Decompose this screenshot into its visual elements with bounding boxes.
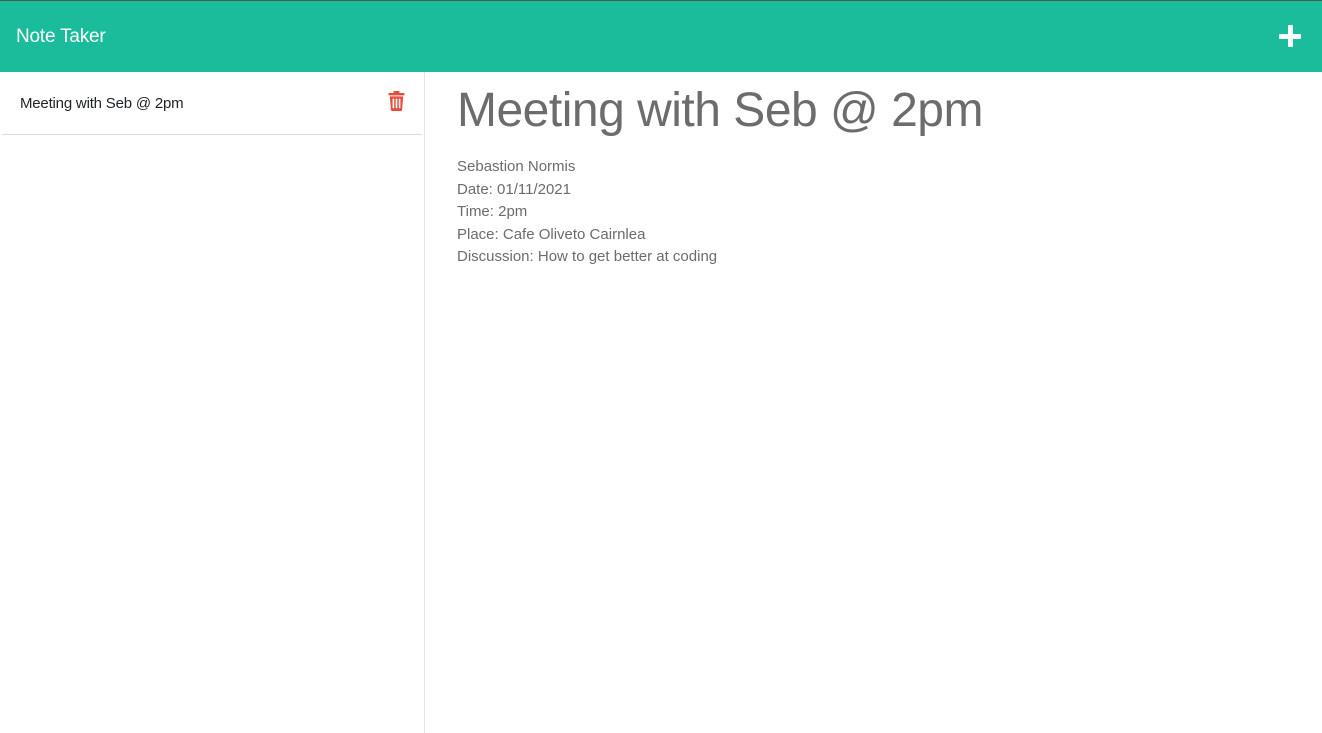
note-list-sidebar: Meeting with Seb @ 2pm	[0, 72, 425, 733]
new-note-button[interactable]	[1276, 22, 1306, 52]
note-list: Meeting with Seb @ 2pm	[0, 72, 424, 135]
app-title[interactable]: Note Taker	[16, 26, 106, 48]
note-text-area[interactable]: Sebastion Normis Date: 01/11/2021 Time: …	[457, 156, 1322, 269]
note-text-line: Discussion: How to get better at coding	[457, 248, 718, 265]
trash-icon[interactable]	[388, 91, 405, 111]
note-text-line: Date: 01/11/2021	[457, 180, 571, 198]
note-text-line: Place: Cafe Oliveto Cairnlea	[457, 225, 646, 243]
note-text-line: Time: 2pm	[457, 203, 528, 220]
top-navbar: Note Taker	[0, 0, 1322, 72]
list-item[interactable]: Meeting with Seb @ 2pm	[2, 72, 422, 135]
note-title[interactable]: Meeting with Seb @ 2pm	[20, 95, 184, 112]
note-editor: Meeting with Seb @ 2pm Sebastion Normis …	[426, 72, 1322, 733]
note-title-input[interactable]: Meeting with Seb @ 2pm	[457, 82, 1322, 139]
note-text-line: Sebastion Normis	[457, 158, 576, 175]
